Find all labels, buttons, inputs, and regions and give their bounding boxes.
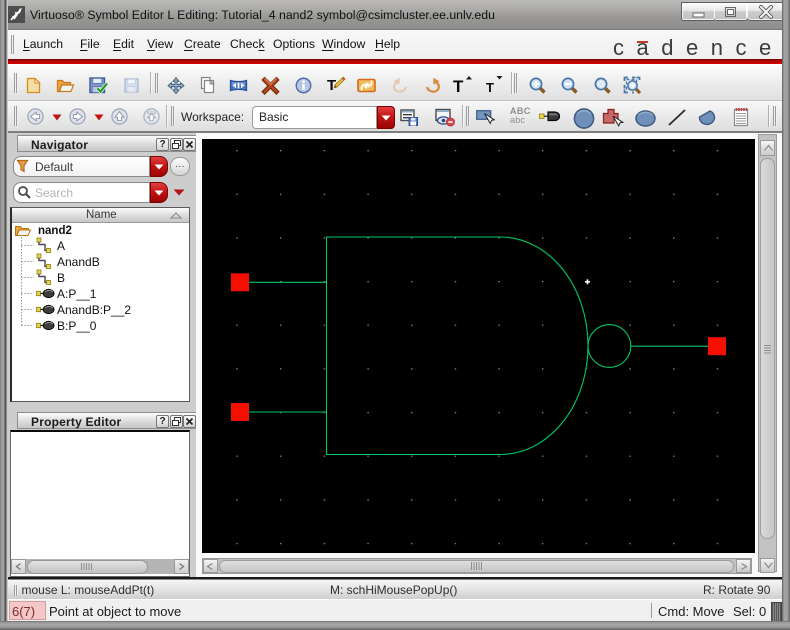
svg-text:A:P__1: A:P__1 xyxy=(57,287,97,301)
svg-text:B:P__0: B:P__0 xyxy=(57,319,97,333)
svg-text:A: A xyxy=(57,239,65,253)
svg-text:AnandB: AnandB xyxy=(57,255,100,269)
svg-text:B: B xyxy=(57,271,65,285)
svg-text:nand2: nand2 xyxy=(38,225,72,237)
svg-text:AnandB:P__2: AnandB:P__2 xyxy=(57,303,131,317)
svg-text:T: T xyxy=(486,80,494,95)
svg-text:T: T xyxy=(453,77,464,95)
